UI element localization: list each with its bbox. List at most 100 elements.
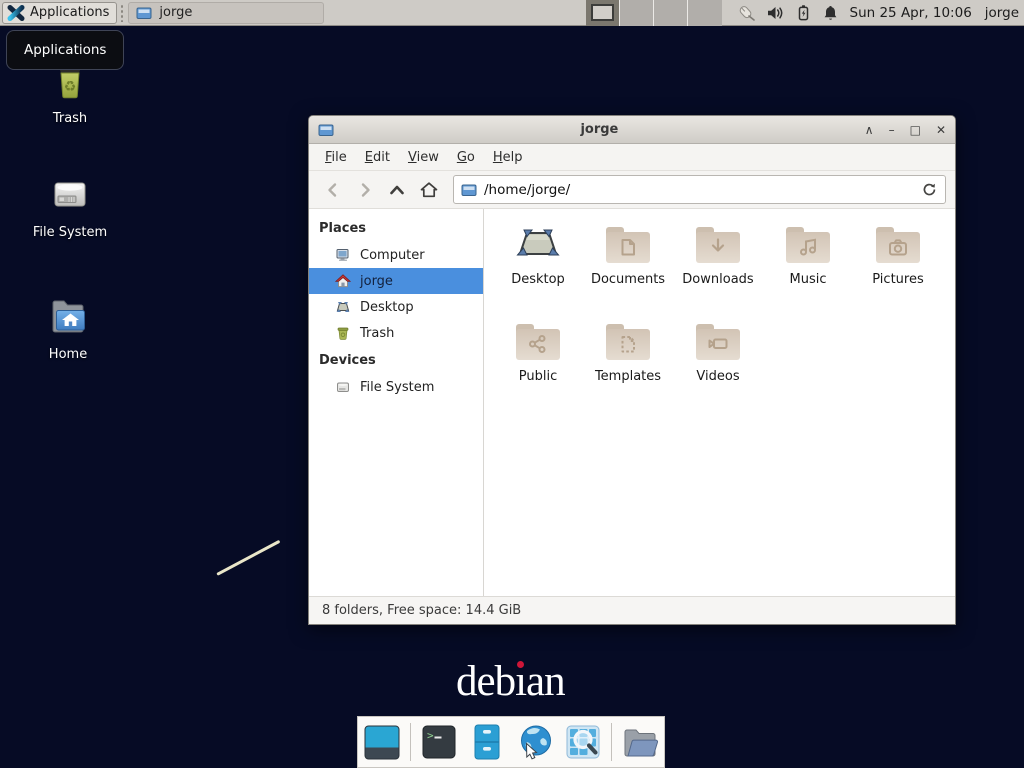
debian-red-dot [517, 661, 524, 668]
folder-icon [136, 5, 152, 21]
dock-separator [410, 723, 411, 761]
logo-text: an [526, 658, 565, 705]
folder-item-music[interactable]: Music [763, 218, 853, 315]
sidebar: Places Computer jorge [309, 209, 484, 596]
file-cabinet-launcher[interactable] [467, 722, 507, 762]
folder-label: Pictures [872, 272, 923, 287]
desktop-icon-label: Home [8, 347, 128, 362]
taskbar-item-jorge[interactable]: jorge [128, 2, 324, 24]
workspace-4[interactable] [688, 0, 722, 26]
web-browser-launcher[interactable] [515, 722, 555, 762]
downloads-folder-icon [693, 223, 743, 267]
panel-handle[interactable] [120, 4, 125, 22]
folder-label: Documents [591, 272, 665, 287]
back-button[interactable] [318, 175, 347, 204]
applications-menu-label: Applications [30, 5, 109, 20]
show-desktop-button[interactable] [362, 722, 402, 762]
minimize-button[interactable]: – [889, 124, 895, 136]
workspace-switcher[interactable] [586, 0, 722, 26]
toolbar: /home/jorge/ [309, 171, 955, 209]
home-icon [335, 273, 351, 289]
workspace-3[interactable] [654, 0, 688, 26]
folder-item-desktop[interactable]: Desktop [493, 218, 583, 315]
folder-item-videos[interactable]: Videos [673, 315, 763, 412]
hard-drive-icon [335, 379, 351, 395]
folder-item-pictures[interactable]: Pictures [853, 218, 943, 315]
window-title: jorge [334, 122, 865, 137]
svg-text:>: > [427, 729, 434, 742]
music-folder-icon [783, 223, 833, 267]
sidebar-item-desktop[interactable]: Desktop [309, 294, 483, 320]
web-browser-globe-icon [515, 722, 555, 762]
trash-icon [335, 325, 351, 341]
menu-help[interactable]: Help [484, 145, 532, 170]
notification-bell-icon[interactable] [822, 4, 839, 22]
sidebar-item-trash[interactable]: Trash [309, 320, 483, 346]
menu-view[interactable]: View [399, 145, 448, 170]
close-button[interactable]: ✕ [936, 124, 946, 136]
sidebar-header-devices: Devices [309, 346, 483, 374]
window-titlebar[interactable]: jorge ∧ – □ ✕ [309, 116, 955, 144]
reload-icon[interactable] [921, 181, 938, 198]
address-bar[interactable]: /home/jorge/ [453, 175, 946, 204]
application-finder-icon [563, 722, 603, 762]
sidebar-item-jorge[interactable]: jorge [309, 268, 483, 294]
shade-button[interactable]: ∧ [865, 124, 874, 136]
videos-folder-icon [693, 320, 743, 364]
user-indicator[interactable]: jorge [985, 5, 1019, 21]
forward-icon [355, 180, 375, 200]
folder-item-public[interactable]: Public [493, 315, 583, 412]
folder-item-documents[interactable]: Documents [583, 218, 673, 315]
window-content: Places Computer jorge [309, 209, 955, 596]
volume-icon[interactable] [766, 4, 785, 22]
sidebar-header-places: Places [309, 214, 483, 242]
templates-folder-icon [603, 320, 653, 364]
folder-label: Public [519, 369, 557, 384]
menu-go[interactable]: Go [448, 145, 484, 170]
hard-drive-icon [46, 170, 94, 218]
up-button[interactable] [382, 175, 411, 204]
folder-label: Music [790, 272, 827, 287]
bottom-dock: > [357, 716, 665, 768]
desktop-icon-file-system[interactable]: File System [10, 170, 130, 240]
menu-file[interactable]: File [316, 145, 356, 170]
sidebar-item-computer[interactable]: Computer [309, 242, 483, 268]
sidebar-item-label: Desktop [360, 300, 414, 315]
terminal-launcher[interactable]: > [419, 722, 459, 762]
back-icon [323, 180, 343, 200]
home-icon [419, 180, 439, 200]
workspace-2[interactable] [620, 0, 654, 26]
dock-separator [611, 723, 612, 761]
folder-item-templates[interactable]: Templates [583, 315, 673, 412]
directory-menu-launcher[interactable] [620, 722, 660, 762]
address-input[interactable]: /home/jorge/ [484, 182, 914, 198]
terminal-icon: > [419, 722, 459, 762]
svg-text:♻: ♻ [64, 79, 77, 95]
mouse-settings-icon[interactable] [736, 3, 756, 22]
applications-menu-button[interactable]: Applications [2, 2, 117, 24]
up-icon [387, 180, 407, 200]
debian-wallpaper-logo: debıan [456, 657, 565, 706]
workspace-1[interactable] [586, 0, 620, 26]
wallpaper-swirl-line [216, 540, 280, 576]
home-button[interactable] [414, 175, 443, 204]
battery-icon[interactable] [795, 4, 812, 22]
sidebar-item-file-system[interactable]: File System [309, 374, 483, 400]
application-finder-launcher[interactable] [563, 722, 603, 762]
folder-label: Videos [696, 369, 739, 384]
top-panel: Applications jorge [0, 0, 1024, 26]
sidebar-item-label: Computer [360, 248, 425, 263]
logo-i: ı [515, 657, 526, 706]
clock[interactable]: Sun 25 Apr, 10:06 [850, 5, 972, 21]
forward-button[interactable] [350, 175, 379, 204]
desktop-icon-label: Trash [10, 111, 130, 126]
show-desktop-icon [362, 722, 402, 762]
window-controls: ∧ – □ ✕ [865, 124, 946, 136]
folder-item-downloads[interactable]: Downloads [673, 218, 763, 315]
documents-folder-icon [603, 223, 653, 267]
desktop-icon-home[interactable]: Home [8, 292, 128, 362]
pictures-folder-icon [873, 223, 923, 267]
maximize-button[interactable]: □ [910, 124, 921, 136]
status-text: 8 folders, Free space: 14.4 GiB [322, 603, 521, 618]
menu-edit[interactable]: Edit [356, 145, 399, 170]
